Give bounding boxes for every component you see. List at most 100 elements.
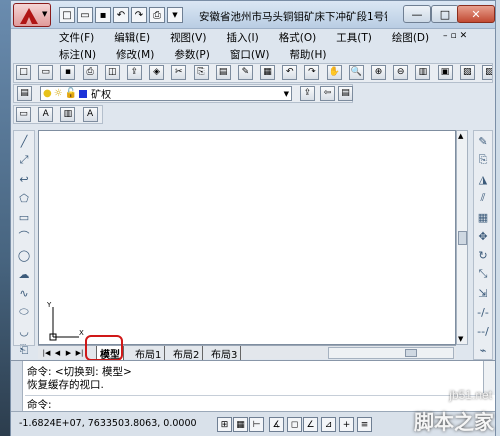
layer-states-icon[interactable]: ▤ bbox=[338, 86, 353, 101]
sheet-set-icon[interactable]: ▨ bbox=[481, 65, 492, 80]
next-tab-arrow[interactable]: ▶ bbox=[64, 348, 73, 358]
first-tab-arrow[interactable]: |◀ bbox=[42, 348, 51, 358]
doc-restore-icon[interactable]: ▫ bbox=[451, 31, 457, 41]
extend-icon[interactable]: --/ bbox=[475, 323, 492, 339]
erase-icon[interactable]: ✎ bbox=[475, 133, 492, 149]
dim-style-icon[interactable]: ▥ bbox=[60, 107, 76, 122]
tool-palettes-icon[interactable]: ▧ bbox=[459, 65, 475, 80]
grid-display-icon[interactable]: ▦ bbox=[233, 417, 248, 432]
plot-preview-icon[interactable]: ◫ bbox=[104, 65, 120, 80]
text-style-icon[interactable]: A bbox=[38, 107, 54, 122]
paste-icon[interactable]: ▤ bbox=[215, 65, 231, 80]
copy-object-icon[interactable]: ⎘ bbox=[475, 152, 492, 168]
prev-tab-arrow[interactable]: ◀ bbox=[53, 348, 62, 358]
polar-tracking-icon[interactable]: ∡ bbox=[269, 417, 284, 432]
trim-icon[interactable]: -/- bbox=[475, 304, 492, 320]
new-file-icon[interactable]: □ bbox=[59, 7, 75, 23]
horizontal-scrollbar[interactable] bbox=[328, 347, 454, 359]
doc-minimize-icon[interactable]: – bbox=[443, 31, 448, 41]
menu-window[interactable]: 窗口(W) bbox=[230, 47, 270, 62]
maximize-button[interactable]: □ bbox=[431, 5, 459, 23]
print-icon[interactable]: ⎙ bbox=[149, 7, 165, 23]
undo-icon[interactable]: ↶ bbox=[113, 7, 129, 23]
menu-file[interactable]: 文件(F) bbox=[59, 30, 94, 45]
design-center-icon[interactable]: ▣ bbox=[437, 65, 453, 80]
menu-dimension[interactable]: 标注(N) bbox=[59, 47, 96, 62]
save-icon[interactable]: ▪ bbox=[60, 65, 76, 80]
offset-icon[interactable]: ⫽ bbox=[475, 190, 492, 206]
zoom-realtime-icon[interactable]: 🔍 bbox=[348, 65, 364, 80]
construction-line-icon[interactable]: ⤢ bbox=[16, 152, 33, 168]
zoom-window-icon[interactable]: ⊕ bbox=[371, 65, 386, 80]
tab-layout2[interactable]: 布局2 bbox=[170, 346, 204, 361]
pan-icon[interactable]: ✋ bbox=[326, 65, 342, 80]
publish-icon[interactable]: ⇪ bbox=[126, 65, 142, 80]
last-tab-arrow[interactable]: ▶| bbox=[75, 348, 84, 358]
3d-dwf-icon[interactable]: ◈ bbox=[149, 65, 165, 80]
match-properties-icon[interactable]: ✎ bbox=[237, 65, 253, 80]
menu-insert[interactable]: 插入(I) bbox=[226, 30, 258, 45]
menu-help[interactable]: 帮助(H) bbox=[289, 47, 326, 62]
app-menu-button[interactable]: ▼ bbox=[13, 3, 51, 27]
drawing-area[interactable]: Y X bbox=[38, 130, 456, 345]
vertical-scrollbar[interactable]: ▲ ▼ bbox=[456, 130, 468, 345]
zoom-previous-icon[interactable]: ⊖ bbox=[393, 65, 409, 80]
workspace-icon[interactable]: ▭ bbox=[16, 107, 31, 122]
arc-icon[interactable]: ⌒ bbox=[16, 228, 33, 244]
scroll-thumb[interactable] bbox=[458, 231, 467, 245]
block-editor-icon[interactable]: ▦ bbox=[260, 65, 276, 80]
ellipse-arc-icon[interactable]: ◡ bbox=[16, 323, 33, 339]
minimize-button[interactable]: — bbox=[403, 5, 431, 23]
rectangle-icon[interactable]: ▭ bbox=[16, 209, 33, 225]
line-icon[interactable]: ╱ bbox=[16, 133, 33, 149]
cut-icon[interactable]: ✂ bbox=[171, 65, 187, 80]
tab-layout1[interactable]: 布局1 bbox=[132, 346, 166, 361]
polygon-icon[interactable]: ⬠ bbox=[16, 190, 33, 206]
tab-layout3[interactable]: 布局3 bbox=[208, 346, 242, 361]
redo-icon[interactable]: ↷ bbox=[131, 7, 147, 23]
qnew-icon[interactable]: □ bbox=[16, 65, 31, 80]
ellipse-icon[interactable]: ⬭ bbox=[16, 304, 33, 320]
scroll-up-arrow[interactable]: ▲ bbox=[458, 132, 463, 140]
copy-icon[interactable]: ⎘ bbox=[193, 65, 209, 80]
layer-dropdown[interactable]: ● ☼ 🔓 矿权 ▼ bbox=[40, 86, 292, 101]
object-snap-icon[interactable]: ◻ bbox=[287, 417, 302, 432]
ducs-icon[interactable]: ⊿ bbox=[321, 417, 336, 432]
scroll-down-arrow[interactable]: ▼ bbox=[458, 335, 463, 343]
mirror-icon[interactable]: ◮ bbox=[475, 171, 492, 187]
revision-cloud-icon[interactable]: ☁ bbox=[16, 266, 33, 282]
open-icon[interactable]: ▭ bbox=[38, 65, 54, 80]
menu-parametric[interactable]: 参数(P) bbox=[174, 47, 210, 62]
lineweight-icon[interactable]: ≡ bbox=[357, 417, 372, 432]
save-icon[interactable]: ▪ bbox=[95, 7, 111, 23]
menu-draw[interactable]: 绘图(D) bbox=[392, 30, 429, 45]
make-current-icon[interactable]: ⇪ bbox=[300, 86, 315, 101]
menu-format[interactable]: 格式(O) bbox=[279, 30, 316, 45]
insert-block-icon[interactable]: ⎗ bbox=[16, 342, 33, 358]
polyline-icon[interactable]: ↩ bbox=[16, 171, 33, 187]
ortho-mode-icon[interactable]: ⊢ bbox=[249, 417, 264, 432]
h-scroll-thumb[interactable] bbox=[405, 349, 417, 357]
plot-icon[interactable]: ⎙ bbox=[82, 65, 98, 80]
command-window-grip[interactable] bbox=[11, 361, 23, 412]
array-icon[interactable]: ▦ bbox=[475, 209, 492, 225]
table-style-icon[interactable]: A bbox=[82, 107, 98, 122]
otrack-icon[interactable]: ∠ bbox=[303, 417, 318, 432]
spline-icon[interactable]: ∿ bbox=[16, 285, 33, 301]
redo-icon[interactable]: ↷ bbox=[304, 65, 320, 80]
close-button[interactable]: ✕ bbox=[457, 5, 495, 23]
rotate-icon[interactable]: ↻ bbox=[475, 247, 492, 263]
menu-modify[interactable]: 修改(M) bbox=[116, 47, 154, 62]
move-icon[interactable]: ✥ bbox=[475, 228, 492, 244]
menu-view[interactable]: 视图(V) bbox=[170, 30, 206, 45]
menu-tools[interactable]: 工具(T) bbox=[336, 30, 372, 45]
qat-dropdown-icon[interactable]: ▼ bbox=[167, 7, 183, 23]
snap-mode-icon[interactable]: ⊞ bbox=[217, 417, 232, 432]
stretch-icon[interactable]: ⇲ bbox=[475, 285, 492, 301]
dynamic-input-icon[interactable]: + bbox=[339, 417, 354, 432]
circle-icon[interactable]: ◯ bbox=[16, 247, 33, 263]
open-folder-icon[interactable]: ▭ bbox=[77, 7, 93, 23]
break-icon[interactable]: ⌁ bbox=[475, 342, 492, 358]
scale-icon[interactable]: ⤡ bbox=[475, 266, 492, 282]
properties-icon[interactable]: ▥ bbox=[415, 65, 431, 80]
